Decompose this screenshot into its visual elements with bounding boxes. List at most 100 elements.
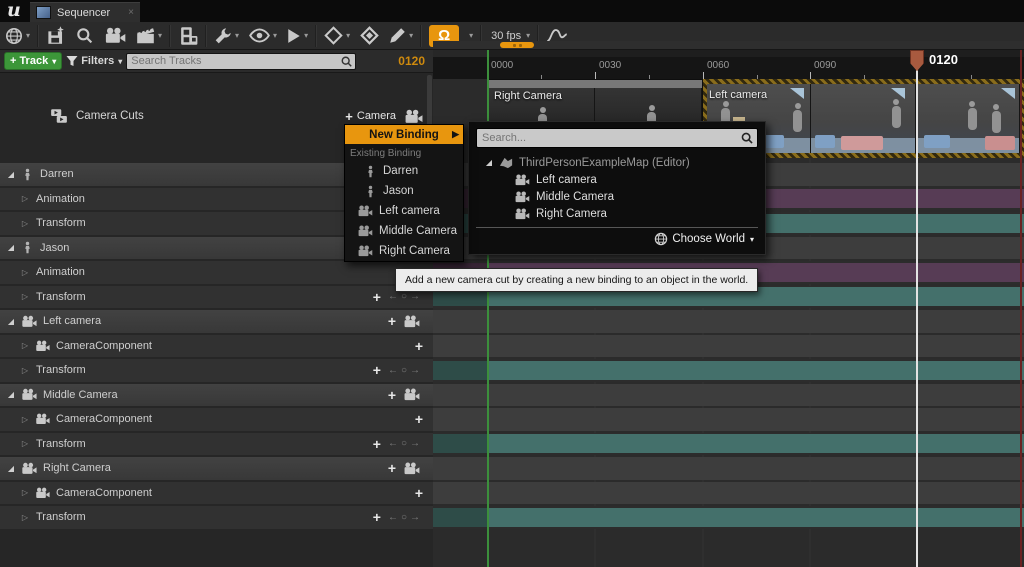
track-row-transform[interactable]: ▷ Transform + ← ○ → (0, 433, 433, 456)
track-row-right-camera[interactable]: ◢ Right Camera + (0, 457, 433, 480)
add-track-button[interactable]: + (388, 388, 396, 402)
current-time-field[interactable]: 0120 (398, 54, 425, 68)
tab-sequencer[interactable]: Sequencer × (30, 2, 140, 22)
prev-key-icon[interactable]: ← (388, 512, 398, 523)
tab-close-icon[interactable]: × (128, 7, 134, 18)
timeline-row-transform[interactable] (433, 359, 1024, 382)
add-key-button[interactable]: + (373, 363, 381, 377)
tree-item-right-camera[interactable]: Right Camera (476, 205, 758, 222)
timeline-row-left-camera[interactable] (433, 310, 1024, 333)
menu-item-jason[interactable]: Jason (345, 181, 463, 201)
menu-item-new-binding[interactable]: New Binding ▶ (345, 125, 463, 144)
expander-closed-icon[interactable]: ▷ (20, 488, 30, 497)
menu-item-left-camera[interactable]: Left camera (345, 201, 463, 221)
tree-item-world[interactable]: ◢ ThirdPersonExampleMap (Editor) (476, 154, 758, 171)
expander-open-icon[interactable]: ◢ (6, 170, 16, 179)
world-browse-button[interactable]: ▾ (0, 22, 35, 49)
timeline-scrollbar-thumb[interactable] (500, 42, 534, 48)
playback-range-end-marker[interactable] (1020, 50, 1022, 567)
camera-lock-icon[interactable] (403, 315, 420, 328)
add-key-button[interactable]: + (373, 510, 381, 524)
next-key-icon[interactable]: → (410, 291, 420, 302)
transform-section[interactable] (433, 508, 1024, 527)
next-key-icon[interactable]: → (410, 365, 420, 376)
general-options-button[interactable]: ▾ (209, 22, 244, 49)
timeline-row-transform[interactable] (433, 433, 1024, 456)
view-options-button[interactable]: ▾ (244, 22, 282, 49)
expander-closed-icon[interactable]: ▷ (20, 268, 30, 277)
timeline-row-middle-camera[interactable] (433, 384, 1024, 407)
prev-key-icon[interactable]: ← (388, 365, 398, 376)
expander-closed-icon[interactable]: ▷ (20, 219, 30, 228)
track-row-middle-camera[interactable]: ◢ Middle Camera + (0, 384, 433, 407)
playback-options-button[interactable]: ▾ (282, 22, 313, 49)
expander-open-icon[interactable]: ◢ (6, 317, 16, 326)
menu-item-middle-camera[interactable]: Middle Camera (345, 221, 463, 241)
prev-key-icon[interactable]: ← (388, 291, 398, 302)
transform-section[interactable] (433, 361, 1024, 380)
prev-key-icon[interactable]: ← (388, 438, 398, 449)
auto-key-button[interactable] (355, 22, 384, 49)
expander-open-icon[interactable]: ◢ (6, 464, 16, 473)
expander-open-icon[interactable]: ◢ (484, 158, 494, 167)
choose-world-button[interactable]: Choose World ▾ (476, 228, 758, 250)
tree-item-left-camera[interactable]: Left camera (476, 171, 758, 188)
edit-options-button[interactable]: ▾ (384, 22, 418, 49)
add-track-button[interactable]: + (388, 461, 396, 475)
track-row-transform[interactable]: ▷ Transform + ← ○ → (0, 506, 433, 529)
menu-item-right-camera[interactable]: Right Camera (345, 241, 463, 261)
transform-section[interactable] (433, 434, 1024, 453)
add-key-icon[interactable]: ○ (401, 365, 407, 376)
expander-closed-icon[interactable]: ▷ (20, 513, 30, 522)
add-section-button[interactable]: + (415, 412, 423, 426)
find-in-content-browser-button[interactable] (70, 22, 99, 49)
expander-closed-icon[interactable]: ▷ (20, 439, 30, 448)
render-movie-button[interactable] (173, 22, 203, 49)
expander-closed-icon[interactable]: ▷ (20, 194, 30, 203)
expander-closed-icon[interactable]: ▷ (20, 341, 30, 350)
track-row-animation[interactable]: ▷ Animation + (0, 261, 433, 284)
add-camera-button[interactable]: + Camera (345, 109, 423, 124)
add-section-button[interactable]: + (415, 339, 423, 353)
timeline-row-cameracomponent[interactable] (433, 335, 1024, 358)
next-key-icon[interactable]: → (410, 438, 420, 449)
expander-open-icon[interactable]: ◢ (6, 390, 16, 399)
add-key-button[interactable]: + (373, 290, 381, 304)
timeline-row-transform[interactable] (433, 506, 1024, 529)
timeline-row-right-camera[interactable] (433, 457, 1024, 480)
add-key-icon[interactable]: ○ (401, 438, 407, 449)
keyframe-options-button[interactable]: ▾ (319, 22, 355, 49)
add-key-icon[interactable]: ○ (401, 512, 407, 523)
track-row-cameracomponent[interactable]: ▷ CameraComponent + (0, 482, 433, 505)
track-row-cameracomponent[interactable]: ▷ CameraComponent + (0, 335, 433, 358)
camera-icon (35, 413, 50, 425)
search-tracks-input[interactable] (127, 55, 340, 67)
binding-search-input[interactable] (477, 132, 747, 144)
timeline-row-cameracomponent[interactable] (433, 482, 1024, 505)
track-row-transform[interactable]: ▷ Transform + ← ○ → (0, 286, 433, 309)
camera-lock-icon[interactable] (403, 388, 420, 401)
camera-lock-icon[interactable] (403, 462, 420, 475)
menu-item-darren[interactable]: Darren (345, 161, 463, 181)
expander-closed-icon[interactable]: ▷ (20, 366, 30, 375)
add-key-icon[interactable]: ○ (401, 291, 407, 302)
playhead-line[interactable] (916, 50, 918, 567)
add-key-button[interactable]: + (373, 437, 381, 451)
expander-open-icon[interactable]: ◢ (6, 243, 16, 252)
timeline-horizontal-scrollbar[interactable] (433, 41, 1024, 49)
add-section-button[interactable]: + (415, 486, 423, 500)
save-button[interactable] (41, 22, 70, 49)
expander-closed-icon[interactable]: ▷ (20, 415, 30, 424)
next-key-icon[interactable]: → (410, 512, 420, 523)
filters-button[interactable]: Filters ▾ (66, 55, 122, 67)
create-camera-button[interactable] (99, 22, 131, 49)
timeline-row-cameracomponent[interactable] (433, 408, 1024, 431)
tree-item-middle-camera[interactable]: Middle Camera (476, 188, 758, 205)
expander-closed-icon[interactable]: ▷ (20, 292, 30, 301)
master-sequence-button[interactable]: ▾ (131, 22, 167, 49)
track-row-cameracomponent[interactable]: ▷ CameraComponent + (0, 408, 433, 431)
add-track-button[interactable]: + (388, 314, 396, 328)
track-row-transform[interactable]: ▷ Transform + ← ○ → (0, 359, 433, 382)
add-track-button[interactable]: + Track ▾ (4, 52, 62, 70)
track-row-left-camera[interactable]: ◢ Left camera + (0, 310, 433, 333)
